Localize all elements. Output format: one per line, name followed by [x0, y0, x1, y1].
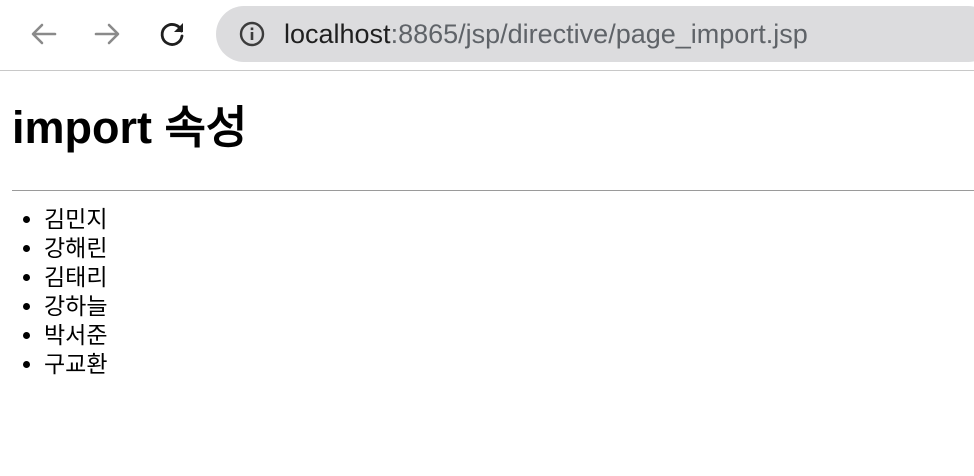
- list-item: 김태리: [44, 263, 107, 292]
- list-item: 강해린: [44, 234, 107, 263]
- back-arrow-icon: [31, 23, 57, 45]
- info-icon: [239, 21, 265, 47]
- name-list: 김민지 강해린 김태리 강하늘 박서준 구교환: [0, 205, 107, 379]
- url-path: :8865/jsp/directive/page_import.jsp: [390, 19, 808, 49]
- divider: [12, 190, 974, 191]
- list-item: 구교환: [44, 350, 107, 379]
- page-title: import 속성: [12, 102, 248, 153]
- back-button[interactable]: [28, 18, 60, 50]
- list-item: 박서준: [44, 321, 107, 350]
- url-host: localhost: [284, 19, 391, 49]
- list-item: 김민지: [44, 205, 107, 234]
- forward-button[interactable]: [91, 18, 123, 50]
- address-bar[interactable]: localhost:8865/jsp/directive/page_import…: [216, 6, 974, 62]
- forward-arrow-icon: [94, 23, 120, 45]
- url-text[interactable]: localhost:8865/jsp/directive/page_import…: [284, 19, 808, 49]
- browser-toolbar: localhost:8865/jsp/directive/page_import…: [0, 0, 974, 71]
- site-info-button[interactable]: [238, 20, 266, 48]
- list-item: 강하늘: [44, 292, 107, 321]
- reload-button[interactable]: [156, 18, 188, 50]
- reload-icon: [160, 23, 184, 46]
